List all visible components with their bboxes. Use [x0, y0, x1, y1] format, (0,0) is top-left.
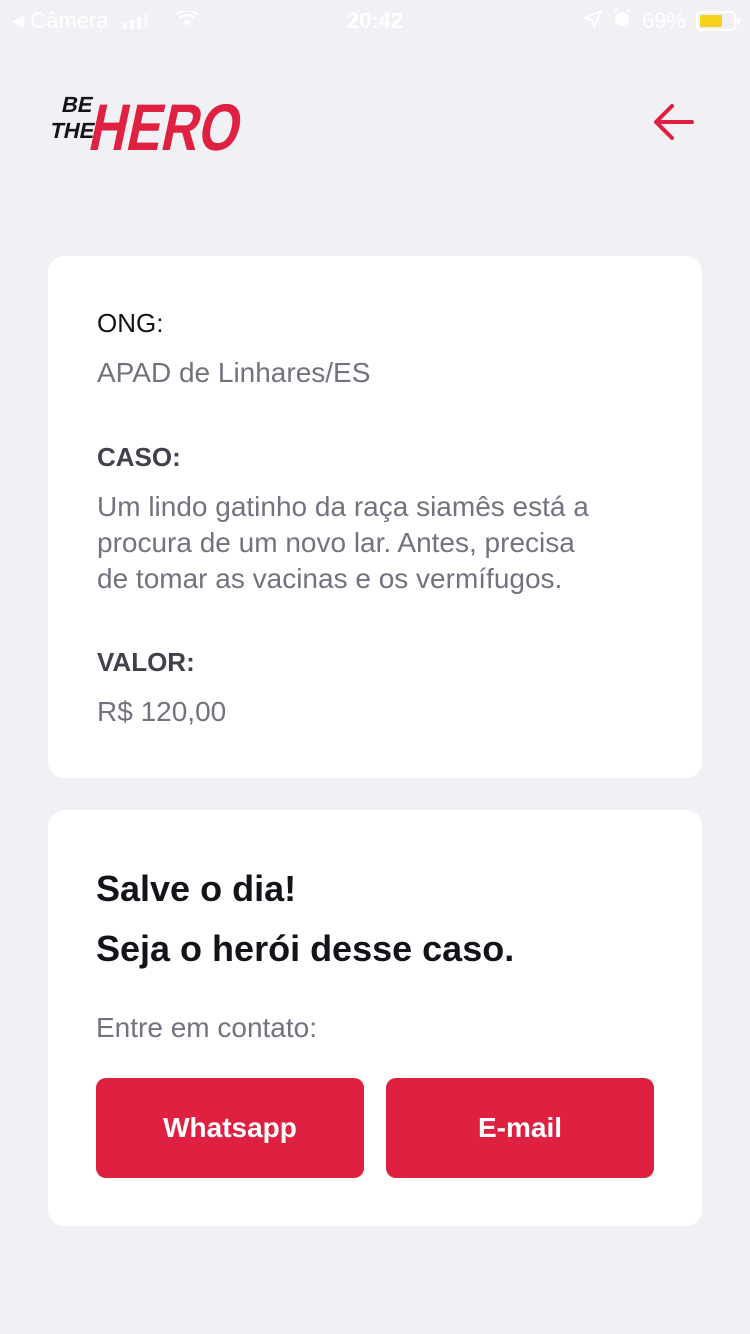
be-the-hero-logo: BE THE HERO [46, 78, 249, 165]
arrow-left-icon[interactable] [648, 98, 698, 146]
case-label: CASO: [97, 442, 181, 472]
case-description: Um lindo gatinho da raça siamês está a p… [97, 489, 589, 597]
battery-percent: 69% [641, 8, 686, 33]
case-line: procura de um novo lar. Antes, precisa [97, 527, 575, 558]
email-button[interactable]: E-mail [386, 1078, 654, 1178]
incident-card: ONG: APAD de Linhares/ES CASO: Um lindo … [48, 256, 702, 778]
contact-description: Entre em contato: [96, 1012, 318, 1043]
ong-label: ONG: [97, 308, 164, 338]
case-line: de tomar as vacinas e os vermífugos. [97, 563, 563, 594]
svg-text:BE: BE [60, 92, 96, 117]
case-line: Um lindo gatinho da raça siamês está a [97, 491, 589, 522]
battery-icon [696, 11, 740, 31]
value-label: VALOR: [97, 647, 195, 677]
svg-text:HERO: HERO [84, 92, 242, 164]
location-icon [583, 8, 602, 34]
whatsapp-button[interactable]: Whatsapp [96, 1078, 364, 1178]
status-right: 69% [583, 8, 740, 34]
status-bar: ◀ Câmera 20:42 69% [0, 0, 750, 40]
contact-card: Salve o dia! Seja o herói desse caso. En… [48, 810, 702, 1226]
detail-screen: ◀ Câmera 20:42 69% BE THE HERO ONG: APAD… [0, 0, 750, 1334]
value-amount: R$ 120,00 [97, 696, 227, 727]
ong-value: APAD de Linhares/ES [97, 357, 371, 388]
alarm-icon [612, 8, 632, 34]
contact-title-line1: Salve o dia! [96, 868, 297, 909]
contact-title-line2: Seja o herói desse caso. [96, 928, 515, 969]
